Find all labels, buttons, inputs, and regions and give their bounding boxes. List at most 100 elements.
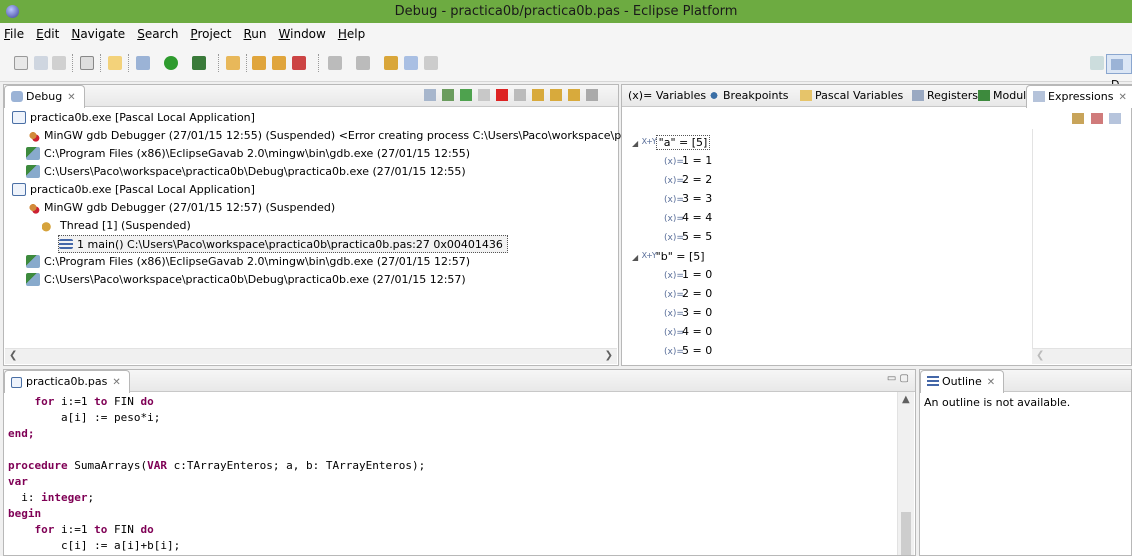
close-icon[interactable]: ✕ xyxy=(987,377,995,388)
outline-tab-row: Outline ✕ xyxy=(920,370,1131,393)
menu-window[interactable]: Window xyxy=(279,27,326,41)
expression-child[interactable]: (x)=1 = 0 xyxy=(664,265,712,284)
disconnect-icon[interactable] xyxy=(514,89,526,101)
tree-item[interactable]: C:\Program Files (x86)\EclipseGavab 2.0\… xyxy=(26,145,470,163)
minimize-icon[interactable] xyxy=(1109,113,1121,124)
expression-child[interactable]: (x)=2 = 2 xyxy=(664,170,712,189)
debug-run-icon[interactable] xyxy=(136,56,150,70)
last-edit-icon[interactable] xyxy=(384,56,398,70)
tree-item[interactable]: C:\Users\Paco\workspace\practica0b\Debug… xyxy=(26,271,466,289)
step-return-icon[interactable] xyxy=(568,89,580,101)
code-line: c[i] := a[i]+b[i]; xyxy=(8,539,181,552)
external-tools-icon[interactable] xyxy=(192,56,206,70)
pascal-icon[interactable] xyxy=(108,56,122,70)
right-tab-row: (x)= Variables Breakpoints Pascal Variab… xyxy=(622,85,1132,108)
debug-view: Debug ✕ practica0b.exe [Pascal Local Appl… xyxy=(3,84,639,366)
previous-annotation-icon[interactable] xyxy=(356,56,370,70)
menu-project[interactable]: Project xyxy=(190,27,231,41)
window-title: Debug - practica0b/practica0b.pas - Ecli… xyxy=(394,4,738,19)
save-icon[interactable] xyxy=(34,56,48,70)
menu-file[interactable]: File xyxy=(4,27,24,41)
binary-icon[interactable] xyxy=(80,56,94,70)
tab-practica0b-pas[interactable]: practica0b.pas ✕ xyxy=(4,370,130,393)
pascal-file-icon xyxy=(11,377,22,388)
expression-child[interactable]: (x)=1 = 1 xyxy=(664,151,712,170)
outline-view: Outline ✕ An outline is not available. xyxy=(919,369,1132,556)
close-icon[interactable]: ✕ xyxy=(112,377,120,388)
menu-edit[interactable]: Edit xyxy=(36,27,59,41)
expressions-icon xyxy=(1033,91,1045,102)
code-line: a[i] := peso*i; xyxy=(8,411,161,424)
pascal-variables-icon xyxy=(800,90,812,101)
view-menu-icon[interactable] xyxy=(586,89,598,101)
expressions-view: (x)= Variables Breakpoints Pascal Variab… xyxy=(621,84,1132,366)
expression-child[interactable]: (x)=4 = 4 xyxy=(664,208,712,227)
open-folder-icon[interactable] xyxy=(226,56,240,70)
debug-perspective-button[interactable]: D xyxy=(1106,54,1132,91)
step-over-icon[interactable] xyxy=(550,89,562,101)
horizontal-scrollbar[interactable]: ❮ ❯ xyxy=(5,348,617,364)
menu-navigate[interactable]: Navigate xyxy=(71,27,125,41)
expression-child[interactable]: (x)=3 = 3 xyxy=(664,189,712,208)
open-type-icon[interactable] xyxy=(252,56,266,70)
scroll-right-icon[interactable]: ❯ xyxy=(605,350,613,361)
menu-search[interactable]: Search xyxy=(137,27,178,41)
scroll-up-icon[interactable]: ▲ xyxy=(902,394,910,405)
tree-item[interactable]: C:\Users\Paco\workspace\practica0b\Debug… xyxy=(26,163,466,181)
bug-icon xyxy=(1111,59,1123,70)
collapse-all-icon[interactable] xyxy=(1090,113,1103,124)
run-icon[interactable] xyxy=(164,56,178,70)
tab-variables[interactable]: (x)= Variables xyxy=(622,85,714,107)
scroll-left-icon[interactable]: ❮ xyxy=(9,350,17,361)
editor-tab-row: practica0b.pas ✕ ▭ ▢ xyxy=(4,370,915,393)
expression-child[interactable]: (x)=2 = 0 xyxy=(664,284,712,303)
selected-stack-frame[interactable]: 1 main() C:\Users\Paco\workspace\practic… xyxy=(58,235,508,253)
expression-child[interactable]: (x)=3 = 0 xyxy=(664,303,712,322)
scroll-thumb[interactable] xyxy=(901,512,911,555)
close-icon[interactable]: ✕ xyxy=(67,92,75,103)
connect-icon[interactable] xyxy=(442,89,454,101)
tree-item[interactable]: C:\Program Files (x86)\EclipseGavab 2.0\… xyxy=(26,253,470,271)
details-horizontal-scrollbar[interactable]: ❮ xyxy=(1032,348,1131,364)
close-icon[interactable]: ✕ xyxy=(1118,92,1126,103)
code-line: i: integer; xyxy=(8,491,95,504)
expression-child[interactable]: (x)=4 = 0 xyxy=(664,322,712,341)
tab-debug[interactable]: Debug ✕ xyxy=(4,85,85,108)
add-watch-icon[interactable] xyxy=(1072,113,1084,124)
expression-item[interactable]: ◢ X+Y "a" = [5] xyxy=(632,132,711,151)
tab-expressions[interactable]: Expressions ✕ xyxy=(1026,85,1132,108)
editor-vertical-scrollbar[interactable]: ▲ xyxy=(897,392,914,555)
tab-breakpoints[interactable]: Breakpoints xyxy=(702,85,797,107)
tree-item[interactable]: practica0b.exe [Pascal Local Application… xyxy=(12,109,255,127)
tab-outline[interactable]: Outline ✕ xyxy=(920,370,1005,393)
terminate-icon[interactable] xyxy=(496,89,508,101)
tab-pascal-variables[interactable]: Pascal Variables xyxy=(794,85,911,107)
back-icon[interactable] xyxy=(404,56,418,70)
next-annotation-icon[interactable] xyxy=(328,56,342,70)
forward-icon[interactable] xyxy=(424,56,438,70)
step-into-icon[interactable] xyxy=(532,89,544,101)
code-line: end; xyxy=(8,427,35,440)
tree-item[interactable]: MinGW gdb Debugger (27/01/15 12:57) (Sus… xyxy=(26,199,335,217)
new-icon[interactable] xyxy=(14,56,28,70)
annotation-icon[interactable] xyxy=(292,56,306,70)
expression-child[interactable]: (x)=5 = 5 xyxy=(664,227,712,246)
menu-help[interactable]: Help xyxy=(338,27,365,41)
tree-item[interactable]: practica0b.exe [Pascal Local Application… xyxy=(12,181,255,199)
suspend-icon[interactable] xyxy=(478,89,490,101)
minimize-maximize-icon[interactable]: ▭ ▢ xyxy=(887,373,909,384)
scroll-left-icon[interactable]: ❮ xyxy=(1036,350,1044,361)
expand-icon[interactable]: ◢ xyxy=(632,253,638,262)
expand-icon[interactable]: ◢ xyxy=(632,139,638,148)
expression-item[interactable]: ◢ X+Y"b" = [5] xyxy=(632,246,705,265)
tree-item[interactable]: MinGW gdb Debugger (27/01/15 12:55) (Sus… xyxy=(26,127,639,145)
expression-child[interactable]: (x)=5 = 0 xyxy=(664,341,712,360)
tree-item[interactable]: Thread [1] (Suspended) xyxy=(42,217,191,235)
open-perspective-icon[interactable] xyxy=(1090,56,1104,70)
resume-icon[interactable] xyxy=(460,89,472,101)
remove-terminated-icon[interactable] xyxy=(424,89,436,101)
menu-run[interactable]: Run xyxy=(243,27,266,41)
open-resource-icon[interactable] xyxy=(272,56,286,70)
print-icon[interactable] xyxy=(52,56,66,70)
editor-view: practica0b.pas ✕ ▭ ▢ for i:=1 to FIN do a… xyxy=(3,369,916,556)
